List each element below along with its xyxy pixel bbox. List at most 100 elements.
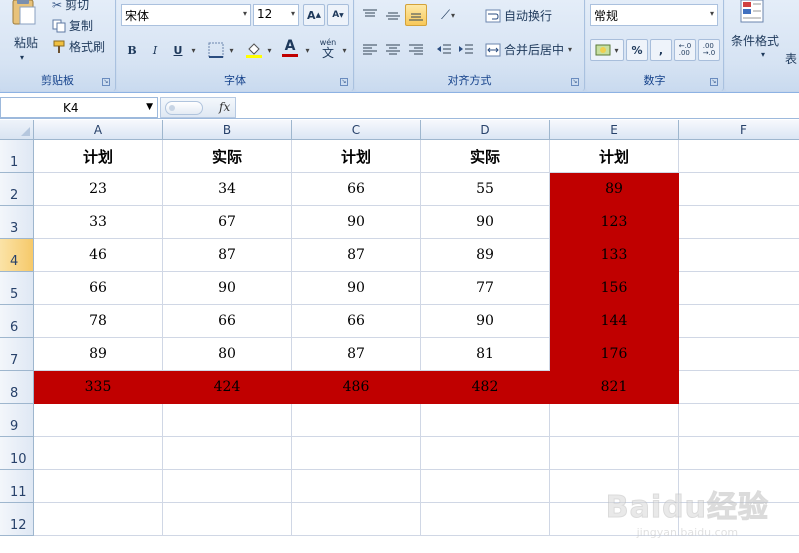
clipboard-launcher-icon[interactable]: ↘ [102,78,110,86]
cell-f4[interactable] [679,239,799,272]
cell-e9[interactable] [550,404,679,437]
name-box[interactable]: K4 ▼ [0,97,158,118]
cell-b1[interactable]: 实际 [163,140,292,173]
increase-decimal-button[interactable]: ←.0.00 [674,39,696,61]
wrap-text-button[interactable]: 自动换行 [485,7,552,24]
cell-f2[interactable] [679,173,799,206]
cell-c10[interactable] [292,437,421,470]
cell-b3[interactable]: 67 [163,206,292,239]
currency-button[interactable]: ▾ [590,39,624,61]
format-painter-button[interactable]: 格式刷 [52,38,105,55]
row-header-4[interactable]: 4 [0,239,34,272]
cell-e10[interactable] [550,437,679,470]
increase-indent-button[interactable] [455,39,477,61]
cell-e12[interactable] [550,503,679,536]
paste-label-button[interactable]: 粘贴 [14,34,38,51]
cell-d6[interactable]: 90 [421,305,550,338]
column-header-b[interactable]: B [163,120,292,140]
formula-bar-resize-handle[interactable] [165,101,203,115]
font-size-combo[interactable]: 12 ▾ [253,4,299,26]
cell-c8[interactable]: 486 [292,371,421,404]
row-header-7[interactable]: 7 [0,338,34,371]
cell-f5[interactable] [679,272,799,305]
row-header-2[interactable]: 2 [0,173,34,206]
cell-b7[interactable]: 80 [163,338,292,371]
cell-f10[interactable] [679,437,799,470]
align-top-button[interactable] [359,4,381,26]
cell-f9[interactable] [679,404,799,437]
cell-c9[interactable] [292,404,421,437]
cell-a2[interactable]: 23 [34,173,163,206]
cell-d7[interactable]: 81 [421,338,550,371]
cell-a7[interactable]: 89 [34,338,163,371]
column-header-c[interactable]: C [292,120,421,140]
cell-c4[interactable]: 87 [292,239,421,272]
cell-c5[interactable]: 90 [292,272,421,305]
font-launcher-icon[interactable]: ↘ [340,78,348,86]
number-format-combo[interactable]: 常规 ▾ [590,4,718,26]
column-header-e[interactable]: E [550,120,679,140]
cell-b4[interactable]: 87 [163,239,292,272]
cell-d3[interactable]: 90 [421,206,550,239]
cell-c6[interactable]: 66 [292,305,421,338]
align-left-button[interactable] [359,39,381,61]
cell-a9[interactable] [34,404,163,437]
row-header-5[interactable]: 5 [0,272,34,305]
row-header-8[interactable]: 8 [0,371,34,404]
grow-font-icon[interactable]: A ▲ [303,4,325,26]
cell-d9[interactable] [421,404,550,437]
merge-center-button[interactable]: 合并后居中 ▾ [485,41,572,58]
cell-b2[interactable]: 34 [163,173,292,206]
cell-f6[interactable] [679,305,799,338]
cell-f11[interactable] [679,470,799,503]
conditional-format-dropdown[interactable]: ▾ [761,50,765,59]
underline-dropdown[interactable]: ▾ [187,39,199,61]
decrease-decimal-button[interactable]: .00 →.0 [698,39,720,61]
comma-button[interactable]: , [650,39,672,61]
column-header-a[interactable]: A [34,120,163,140]
column-header-d[interactable]: D [421,120,550,140]
cell-b6[interactable]: 66 [163,305,292,338]
font-name-combo[interactable]: 宋体 ▾ [121,4,251,26]
fill-color-button[interactable] [243,39,265,61]
border-button[interactable] [205,39,227,61]
phonetic-button[interactable]: wén 文 [315,37,341,59]
cell-c2[interactable]: 66 [292,173,421,206]
cell-f8[interactable] [679,371,799,404]
cell-d1[interactable]: 实际 [421,140,550,173]
cell-a4[interactable]: 46 [34,239,163,272]
cell-e6[interactable]: 144 [550,305,679,338]
cell-e5[interactable]: 156 [550,272,679,305]
row-header-11[interactable]: 11 [0,470,34,503]
cell-d5[interactable]: 77 [421,272,550,305]
row-header-9[interactable]: 9 [0,404,34,437]
font-color-dropdown[interactable]: ▾ [301,39,313,61]
alignment-launcher-icon[interactable]: ↘ [571,78,579,86]
format-as-table-button[interactable]: 表 [785,50,797,67]
conditional-format-button[interactable]: 条件格式 [731,32,779,49]
fill-color-dropdown[interactable]: ▾ [263,39,275,61]
underline-button[interactable]: U [167,39,189,61]
phonetic-dropdown[interactable]: ▾ [339,39,349,61]
cell-a8[interactable]: 335 [34,371,163,404]
align-bottom-button[interactable] [405,4,427,26]
cell-f1[interactable] [679,140,799,173]
cell-c12[interactable] [292,503,421,536]
cell-b12[interactable] [163,503,292,536]
cell-b5[interactable]: 90 [163,272,292,305]
cell-d10[interactable] [421,437,550,470]
number-launcher-icon[interactable]: ↘ [710,78,718,86]
font-color-button[interactable]: A [279,37,301,59]
cell-b8[interactable]: 424 [163,371,292,404]
bold-button[interactable]: B [121,39,143,61]
align-center-button[interactable] [382,39,404,61]
chevron-down-icon[interactable]: ▼ [146,102,153,112]
align-right-button[interactable] [405,39,427,61]
cell-e1[interactable]: 计划 [550,140,679,173]
cell-e8[interactable]: 821 [550,371,679,404]
insert-function-button[interactable]: fx [219,100,230,114]
cell-a11[interactable] [34,470,163,503]
cell-e4[interactable]: 133 [550,239,679,272]
cell-c7[interactable]: 87 [292,338,421,371]
cell-a12[interactable] [34,503,163,536]
